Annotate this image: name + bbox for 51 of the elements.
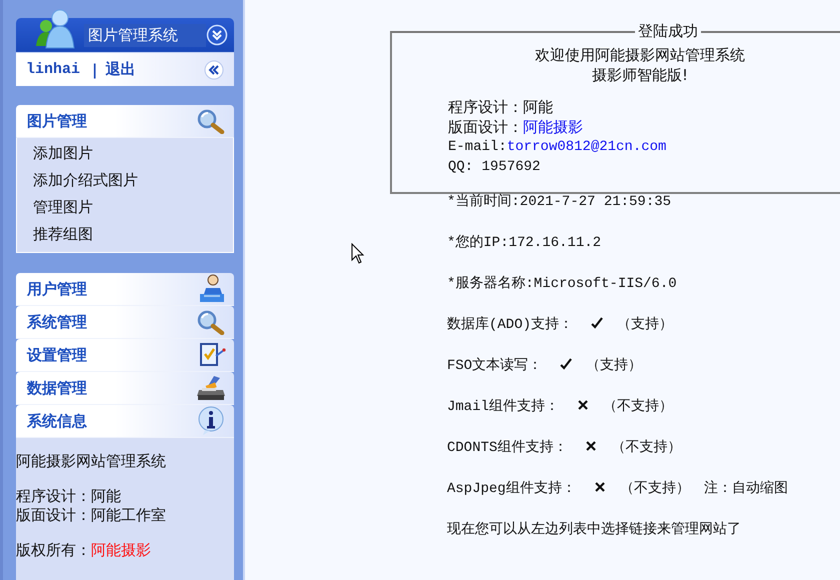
collapse-icon[interactable] <box>206 24 228 46</box>
support-status: （不支持） <box>620 479 690 497</box>
credit-link[interactable]: torrow0812@21cn.com <box>506 139 666 155</box>
info-icon <box>196 406 226 436</box>
credit-line: E-mail:torrow0812@21cn.com <box>448 138 666 157</box>
credit-line: QQ: 1957692 <box>448 158 540 177</box>
menu-header[interactable]: 数据管理 <box>16 372 234 405</box>
system-name: 阿能摄影网站管理系统 <box>16 452 166 471</box>
menu-header[interactable]: 系统信息 <box>16 405 234 438</box>
credit-line: 版面设计：阿能摄影 <box>448 117 583 137</box>
menu-header[interactable]: 用户管理 <box>16 273 234 306</box>
support-label: AspJpeg组件支持： <box>447 480 576 497</box>
separator: | <box>92 60 98 78</box>
system-title: 图片管理系统 <box>84 24 206 46</box>
credit-line: 程序设计：阿能 <box>16 487 121 506</box>
support-status: （支持） <box>586 356 642 374</box>
menu-header[interactable]: 系统管理 <box>16 306 234 339</box>
cursor-icon <box>351 243 365 265</box>
support-status: （支持） <box>617 315 674 333</box>
support-status: （不支持） <box>603 397 674 415</box>
printer-icon <box>196 374 226 402</box>
username: linhai <box>26 61 80 78</box>
support-label: CDONTS组件支持： <box>447 438 568 456</box>
menu-item[interactable]: 推荐组图 <box>33 221 93 248</box>
panel-legend: 登陆成功 <box>635 22 701 41</box>
instruction-text: 现在您可以从左边列表中选择链接来管理网站了 <box>447 520 741 538</box>
support-status: （不支持） <box>611 438 682 456</box>
credit-line: 程序设计：阿能 <box>448 97 553 117</box>
credit-line: 版面设计：阿能工作室 <box>16 506 166 525</box>
logout-link[interactable]: 退出 <box>106 60 136 79</box>
support-label: Jmail组件支持： <box>447 398 560 415</box>
support-note: 注：自动缩图 <box>704 479 788 497</box>
support-label: FSO文本读写： <box>447 356 542 374</box>
support-label: 数据库(ADO)支持： <box>447 315 574 333</box>
menu-item[interactable]: 管理图片 <box>33 194 93 221</box>
info-line: *您的IP:172.16.11.2 <box>447 234 602 251</box>
search-icon <box>196 108 226 134</box>
menu-header[interactable]: 图片管理 <box>16 105 234 138</box>
welcome-text: 欢迎使用阿能摄影网站管理系统 <box>535 45 745 65</box>
menu-header[interactable]: 设置管理 <box>16 339 234 372</box>
credit-link[interactable]: 阿能摄影 <box>523 118 583 136</box>
menu-item[interactable]: 添加图片 <box>33 140 93 167</box>
menu-item[interactable]: 添加介绍式图片 <box>33 167 138 194</box>
person-icon <box>198 274 226 304</box>
copyright-line: 版权所有：阿能摄影 <box>16 541 151 560</box>
info-line: *当前时间:2021-7-27 21:59:35 <box>447 192 672 210</box>
info-line: *服务器名称:Microsoft-IIS/6.0 <box>447 274 677 292</box>
chevron-left-icon[interactable] <box>204 60 224 80</box>
checklist-icon <box>198 342 226 368</box>
welcome-text: 摄影师智能版! <box>592 65 688 85</box>
search-icon <box>196 309 226 335</box>
